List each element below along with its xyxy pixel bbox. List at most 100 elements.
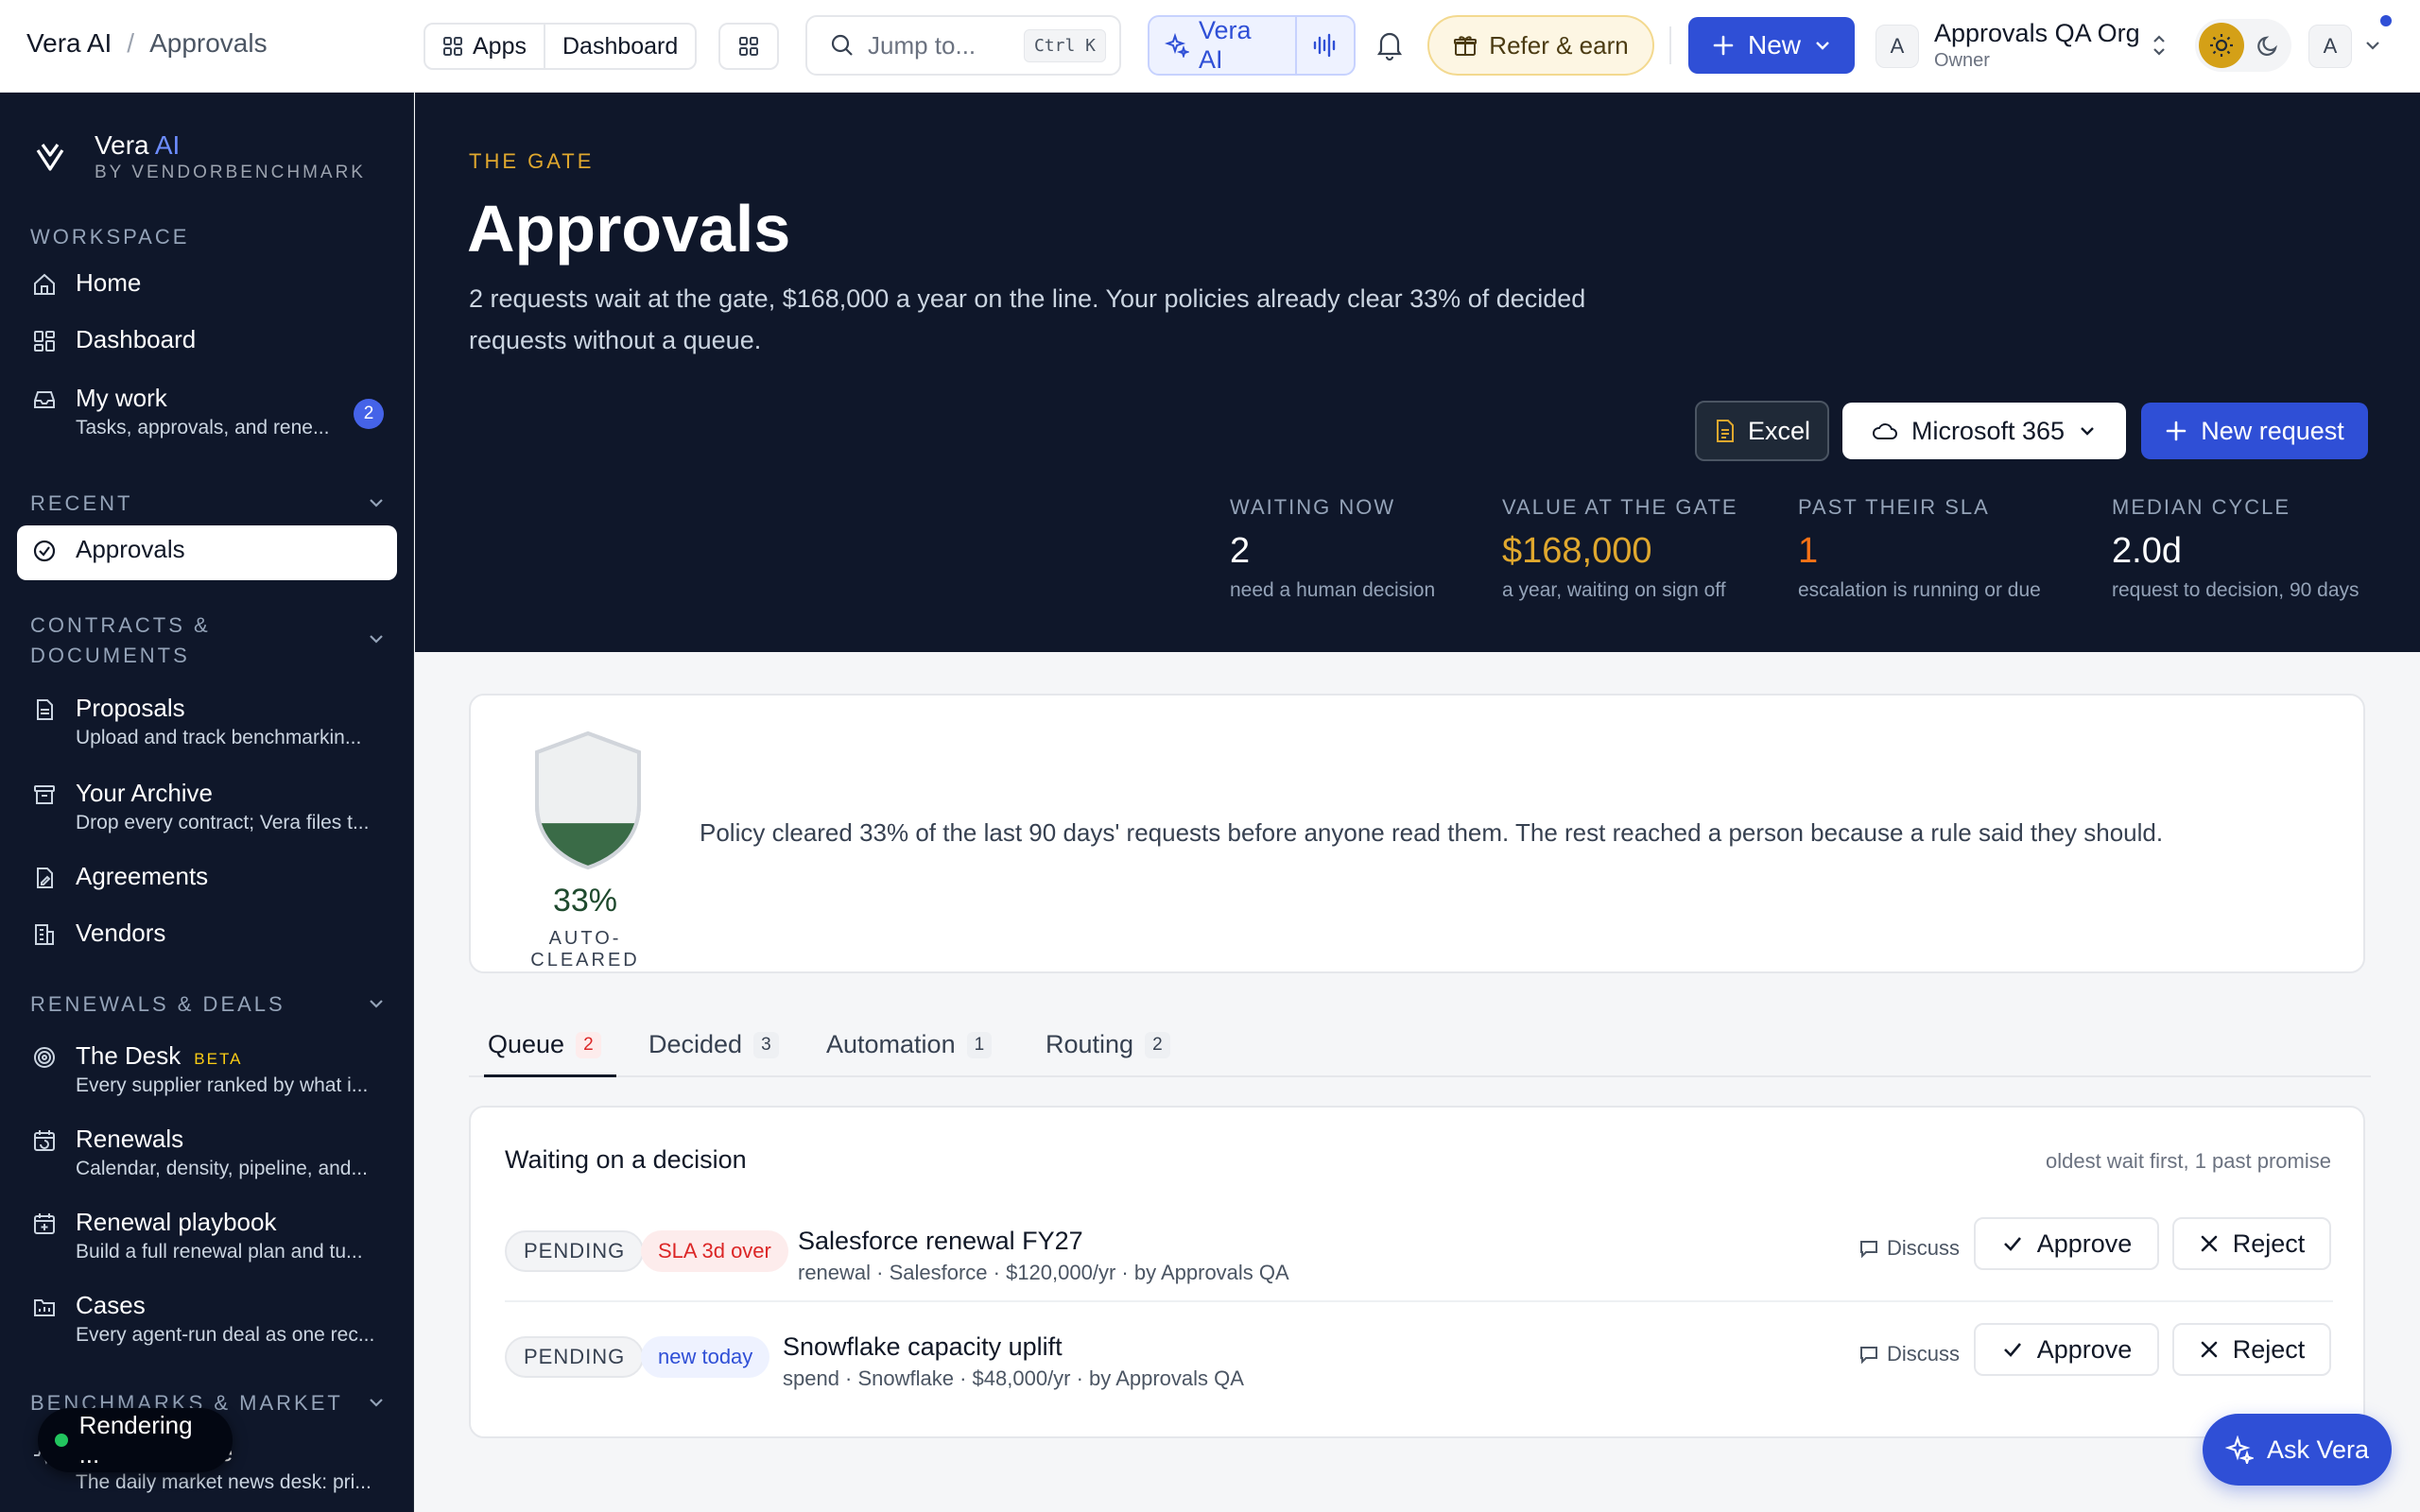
voice-button[interactable] [1295, 17, 1354, 74]
moon-icon[interactable] [2250, 23, 2288, 68]
sidebar-item-description: Build a full renewal plan and tu... [76, 1241, 363, 1263]
reject-button[interactable]: Reject [2172, 1217, 2331, 1270]
refer-and-earn-button[interactable]: Refer & earn [1427, 15, 1654, 76]
sidebar-item-label: Approvals [76, 535, 185, 563]
discuss-button[interactable]: Discuss [1858, 1342, 1960, 1366]
tab-automation[interactable]: Automation 1 [826, 1030, 993, 1059]
approve-button[interactable]: Approve [1974, 1217, 2159, 1270]
vera-ai-button[interactable]: Vera AI [1150, 16, 1295, 74]
apps-label: Apps [473, 32, 527, 60]
theme-toggle[interactable] [2195, 19, 2291, 72]
ask-vera-label: Ask Vera [2266, 1435, 2370, 1464]
request-title[interactable]: Salesforce renewal FY27 [798, 1227, 1083, 1256]
check-icon [2001, 1232, 2024, 1255]
request-title[interactable]: Snowflake capacity uplift [783, 1332, 1063, 1362]
new-request-label: New request [2201, 416, 2344, 445]
notifications-button[interactable] [1373, 27, 1407, 61]
bell-icon [1373, 27, 1407, 61]
sidebar-item-your-archive[interactable]: Your Archive Drop every contract; Vera f… [17, 769, 397, 844]
stat-value: 1 [1798, 531, 1819, 571]
sparkle-icon [2224, 1435, 2254, 1464]
dashboard-icon [30, 327, 59, 355]
sun-icon[interactable] [2199, 23, 2244, 68]
section-workspace: WORKSPACE [30, 225, 190, 249]
ask-vera-button[interactable]: Ask Vera [2203, 1414, 2392, 1486]
policy-auto-cleared-card: 33% AUTO-CLEARED Policy cleared 33% of t… [469, 694, 2365, 973]
rendering-status-toast: Rendering ... [38, 1408, 233, 1472]
excel-export-button[interactable]: Excel [1695, 401, 1829, 461]
sidebar-item-label: Renewal playbook [76, 1208, 277, 1236]
approve-label: Approve [2036, 1334, 2133, 1364]
sidebar-item-my-work[interactable]: My work Tasks, approvals, and rene... 2 [17, 374, 397, 449]
chevron-up-down-icon[interactable] [2150, 32, 2169, 59]
dashboard-button[interactable]: Dashboard [543, 25, 695, 68]
sidebar-item-vendors[interactable]: Vendors [17, 909, 397, 958]
tab-routing[interactable]: Routing 2 [1046, 1030, 1170, 1059]
status-badge: PENDING [505, 1230, 645, 1272]
apps-button[interactable]: Apps [425, 25, 544, 68]
close-icon [2199, 1339, 2220, 1360]
section-contracts-line1: CONTRACTS & [30, 613, 211, 637]
brand-subtitle: BY VENDORBENCHMARK [95, 163, 366, 182]
stat-value: 2.0d [2112, 531, 2182, 571]
sidebar-item-label: Vendors [76, 919, 166, 947]
new-button[interactable]: New [1688, 17, 1855, 74]
sidebar-item-label: Proposals [76, 694, 185, 722]
sidebar-item-renewals[interactable]: Renewals Calendar, density, pipeline, an… [17, 1115, 397, 1190]
sidebar-item-dashboard[interactable]: Dashboard [17, 316, 397, 365]
sidebar-item-agreements[interactable]: Agreements [17, 852, 397, 902]
org-switcher[interactable]: Approvals QA Org Owner [1934, 19, 2140, 72]
layout-toggle-button[interactable] [718, 23, 779, 70]
chevron-down-icon [1814, 37, 1831, 54]
breadcrumb-app[interactable]: Vera AI [26, 28, 112, 59]
tab-label: Automation [826, 1030, 956, 1058]
check-icon [2001, 1338, 2024, 1361]
approve-button[interactable]: Approve [1974, 1323, 2159, 1376]
tab-count-badge: 3 [753, 1031, 779, 1058]
stat-caption: escalation is running or due [1798, 579, 2041, 601]
notification-dot [2380, 15, 2392, 26]
apps-dashboard-switcher: Apps Dashboard [424, 23, 698, 70]
new-request-button[interactable]: New request [2141, 403, 2368, 459]
tab-decided[interactable]: Decided 3 [648, 1030, 779, 1059]
sidebar-item-label: Your Archive [76, 779, 214, 807]
dashboard-label: Dashboard [562, 32, 679, 60]
contracts-collapse-chevron-icon[interactable] [367, 629, 386, 648]
sidebar-item-label: Agreements [76, 862, 209, 890]
sidebar-item-renewal-playbook[interactable]: Renewal playbook Build a full renewal pl… [17, 1198, 397, 1273]
discuss-button[interactable]: Discuss [1858, 1236, 1960, 1261]
tab-label: Decided [648, 1030, 743, 1058]
search-placeholder: Jump to... [868, 30, 977, 60]
sidebar-item-proposals[interactable]: Proposals Upload and track benchmarkin..… [17, 684, 397, 759]
sidebar-item-the-desk[interactable]: The Desk BETA Every supplier ranked by wh… [17, 1032, 397, 1107]
approval-row[interactable]: PENDING new today Snowflake capacity upl… [505, 1314, 2333, 1408]
new-label: New [1747, 30, 1801, 60]
jump-to-search[interactable]: Jump to... Ctrl K [805, 15, 1121, 76]
renewals-collapse-chevron-icon[interactable] [367, 994, 386, 1013]
user-avatar[interactable]: A [2308, 25, 2352, 68]
sidebar-item-cases[interactable]: Cases Every agent-run deal as one rec... [17, 1281, 397, 1356]
recent-collapse-chevron-icon[interactable] [367, 493, 386, 512]
microsoft-365-dropdown[interactable]: Microsoft 365 [1842, 403, 2126, 459]
user-menu-chevron-icon[interactable] [2363, 36, 2382, 55]
my-work-count-badge: 2 [354, 399, 384, 429]
excel-label: Excel [1747, 416, 1811, 445]
section-recent: RECENT [30, 491, 133, 515]
layout-grid-icon [737, 35, 760, 58]
spreadsheet-icon [1714, 419, 1737, 443]
reject-button[interactable]: Reject [2172, 1323, 2331, 1376]
benchmarks-collapse-chevron-icon[interactable] [367, 1393, 386, 1412]
sidebar-item-home[interactable]: Home [17, 259, 397, 308]
approve-label: Approve [2036, 1228, 2133, 1258]
sidebar-item-approvals[interactable]: Approvals [17, 525, 397, 580]
stat-past-sla: PAST THEIR SLA 1 escalation is running o… [1798, 495, 2041, 602]
gift-icon [1453, 33, 1478, 58]
tab-queue[interactable]: Queue 2 [488, 1030, 601, 1059]
approvals-hero: THE GATE Approvals 2 requests wait at th… [415, 93, 2420, 652]
section-contracts-documents: CONTRACTS & DOCUMENTS [30, 610, 211, 671]
vera-ai-label: Vera AI [1199, 16, 1252, 74]
org-avatar[interactable]: A [1876, 25, 1919, 68]
approval-row[interactable]: PENDING SLA 3d over Salesforce renewal F… [505, 1208, 2333, 1302]
brand[interactable]: Vera AI BY VENDORBENCHMARK [34, 130, 366, 183]
vera-ai-control: Vera AI [1148, 15, 1356, 76]
